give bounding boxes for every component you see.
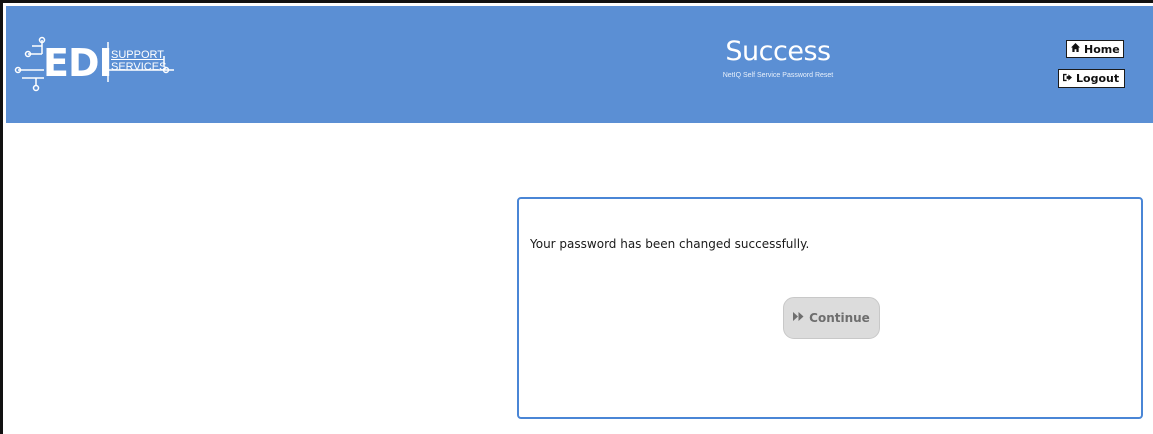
home-icon	[1071, 43, 1080, 55]
title-block: Success NetIQ Self Service Password Rese…	[668, 34, 888, 82]
logo-sub-line1: SUPPORT	[111, 49, 164, 61]
home-label: Home	[1084, 42, 1120, 56]
continue-button[interactable]: Continue	[783, 297, 880, 339]
logo-main-text: EDI	[43, 41, 113, 85]
success-message: Your password has been changed successfu…	[530, 237, 810, 251]
logo-sub-line2: SERVICES	[111, 61, 167, 73]
logout-icon	[1063, 73, 1072, 85]
home-button[interactable]: Home	[1066, 40, 1124, 58]
page-subtitle: NetIQ Self Service Password Reset	[722, 72, 834, 79]
logout-button[interactable]: Logout	[1058, 69, 1125, 88]
page-header: EDI SUPPORT SERVICES Success NetIQ Self …	[6, 6, 1153, 123]
continue-label: Continue	[809, 311, 870, 325]
edi-logo: EDI SUPPORT SERVICES	[14, 36, 174, 96]
logo-subtext: SUPPORT SERVICES	[111, 49, 166, 73]
page-title: Success	[725, 36, 831, 67]
fast-forward-icon	[793, 312, 804, 324]
success-panel: Your password has been changed successfu…	[517, 197, 1143, 419]
logout-label: Logout	[1076, 72, 1120, 85]
app-frame: EDI SUPPORT SERVICES Success NetIQ Self …	[0, 0, 1153, 434]
